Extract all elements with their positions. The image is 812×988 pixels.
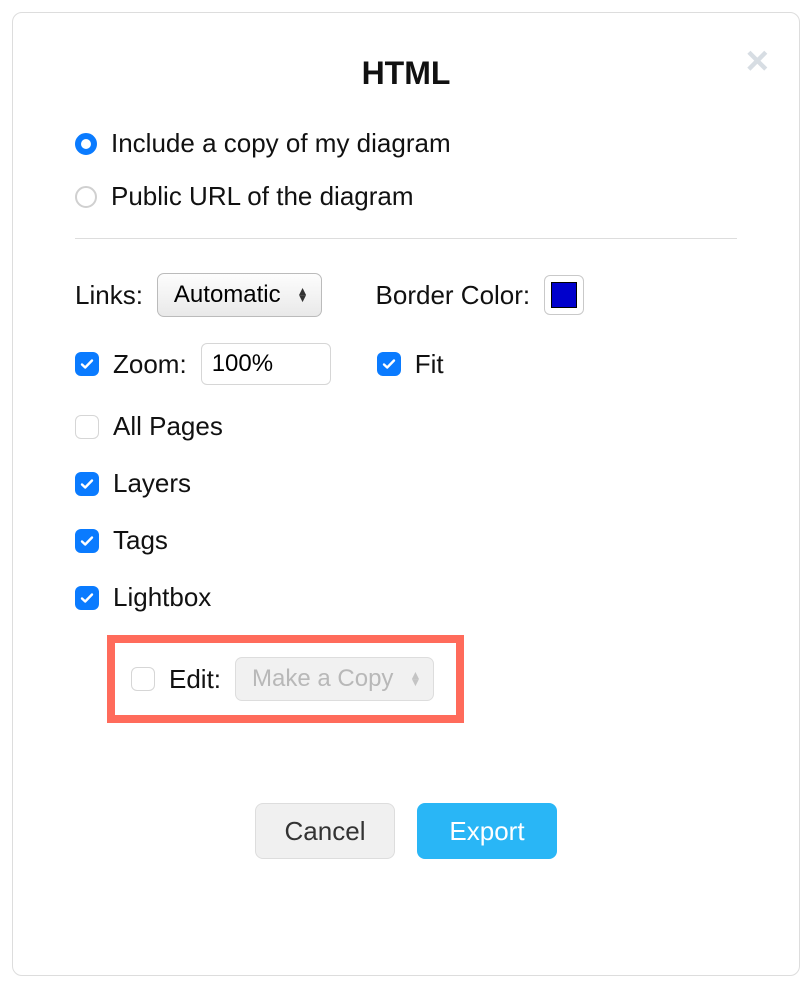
edit-highlight-box: Edit: Make a Copy ▲▼ [107,635,464,723]
chevron-up-down-icon: ▲▼ [409,672,421,686]
include-copy-radio[interactable] [75,133,97,155]
fit-label: Fit [415,349,444,380]
dialog-title: HTML [75,55,737,92]
border-color-swatch [551,282,577,308]
edit-label: Edit: [169,664,221,695]
lightbox-checkbox[interactable] [75,586,99,610]
tags-checkbox[interactable] [75,529,99,553]
close-icon[interactable]: × [746,41,769,81]
source-radio-group: Include a copy of my diagram Public URL … [75,128,737,212]
public-url-label: Public URL of the diagram [111,181,414,212]
zoom-input[interactable] [201,343,331,385]
divider [75,238,737,239]
public-url-radio[interactable] [75,186,97,208]
zoom-label: Zoom: [113,349,187,380]
layers-label: Layers [113,468,191,499]
links-select[interactable]: Automatic ▲▼ [157,273,322,317]
zoom-checkbox[interactable] [75,352,99,376]
links-label: Links: [75,280,143,311]
fit-checkbox[interactable] [377,352,401,376]
border-color-input[interactable] [544,275,584,315]
edit-select[interactable]: Make a Copy ▲▼ [235,657,434,701]
chevron-up-down-icon: ▲▼ [297,288,309,302]
layers-checkbox[interactable] [75,472,99,496]
html-export-dialog: × HTML Include a copy of my diagram Publ… [12,12,800,976]
include-copy-label: Include a copy of my diagram [111,128,451,159]
all-pages-checkbox[interactable] [75,415,99,439]
tags-label: Tags [113,525,168,556]
dialog-buttons: Cancel Export [75,803,737,859]
all-pages-label: All Pages [113,411,223,442]
border-color-label: Border Color: [376,280,531,311]
links-select-value: Automatic [174,281,281,309]
edit-select-value: Make a Copy [252,665,393,693]
lightbox-label: Lightbox [113,582,211,613]
cancel-button[interactable]: Cancel [255,803,395,859]
export-button[interactable]: Export [417,803,557,859]
edit-checkbox[interactable] [131,667,155,691]
